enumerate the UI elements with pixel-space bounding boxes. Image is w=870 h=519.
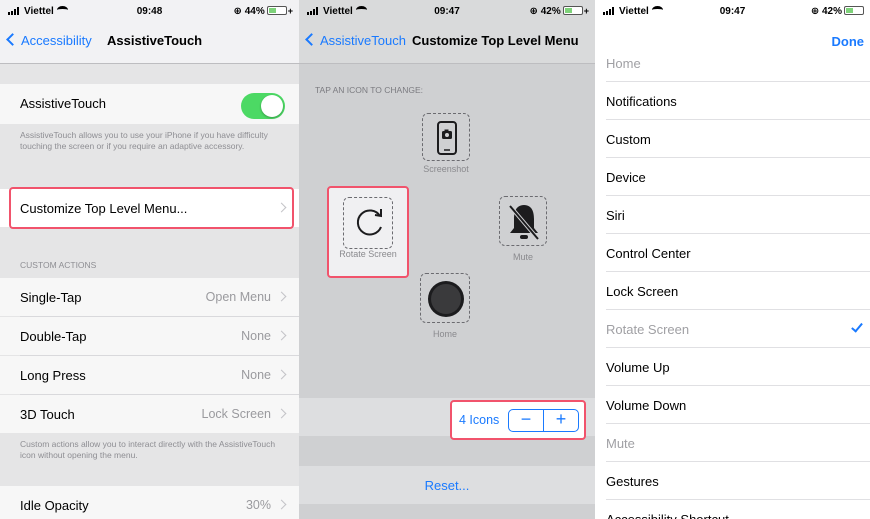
screenshot-icon xyxy=(437,121,457,155)
back-button[interactable]: AssistiveTouch xyxy=(305,33,406,48)
rotation-lock-icon: ⊕ xyxy=(529,6,541,17)
icon-slot-home[interactable]: Home xyxy=(415,273,475,339)
action-option-label: Volume Up xyxy=(606,360,670,375)
back-button[interactable]: Accessibility xyxy=(6,33,92,48)
action-option-label: Rotate Screen xyxy=(606,322,690,337)
icon-count-label: 4 Icons xyxy=(459,413,500,427)
action-option-label: Control Center xyxy=(606,246,691,261)
action-option[interactable]: Accessibility Shortcut xyxy=(595,500,870,519)
rotation-lock-icon: ⊕ xyxy=(233,6,245,17)
screenshot-label: Screenshot xyxy=(423,164,469,174)
nav-bar: Accessibility AssistiveTouch xyxy=(0,22,299,64)
charging-icon: + xyxy=(287,6,293,16)
action-option[interactable]: Home xyxy=(595,44,870,82)
action-option-label: Volume Down xyxy=(606,398,687,413)
chevron-right-icon xyxy=(276,369,287,380)
action-option[interactable]: Rotate Screen xyxy=(595,310,870,348)
action-option[interactable]: Gestures xyxy=(595,462,870,500)
action-option[interactable]: Control Center xyxy=(595,234,870,272)
action-picker-screen: Viettel 09:47 ⊕ 42% Done Home Notificatio… xyxy=(595,0,870,519)
action-option[interactable]: Device xyxy=(595,158,870,196)
action-option[interactable]: Volume Up xyxy=(595,348,870,386)
action-option[interactable]: Volume Down xyxy=(595,386,870,424)
action-option[interactable]: Siri xyxy=(595,196,870,234)
action-option-label: Mute xyxy=(606,436,635,451)
status-bar: Viettel 09:48 ⊕ 44% + xyxy=(0,0,299,22)
reset-button[interactable]: Reset... xyxy=(299,478,595,493)
bell-slash-icon xyxy=(508,204,540,241)
battery-icon xyxy=(844,6,864,15)
rotation-lock-icon: ⊕ xyxy=(810,6,822,17)
action-option-label: Gestures xyxy=(606,474,659,489)
chevron-right-icon xyxy=(276,291,287,302)
action-row-double-tap[interactable]: Double-Tap None xyxy=(0,317,299,355)
action-option-label: Custom xyxy=(606,132,651,147)
mute-label: Mute xyxy=(512,252,533,262)
icon-count-stepper: − + xyxy=(508,409,579,432)
chevron-right-icon xyxy=(276,408,287,419)
battery-percent: 42% xyxy=(821,6,842,17)
action-option[interactable]: Mute xyxy=(595,424,870,462)
battery-icon xyxy=(266,6,287,15)
action-option-label: Accessibility Shortcut xyxy=(606,512,729,519)
battery-icon xyxy=(562,6,583,15)
chevron-left-icon xyxy=(6,33,19,46)
action-row-single-tap[interactable]: Single-Tap Open Menu xyxy=(0,278,299,316)
battery-percent: 44% xyxy=(244,6,265,17)
action-option[interactable]: Lock Screen xyxy=(595,272,870,310)
switch-knob xyxy=(261,95,283,117)
page-title: AssistiveTouch xyxy=(107,33,203,48)
action-option-label: Notifications xyxy=(606,94,677,109)
action-option-label: Home xyxy=(606,56,641,71)
rotate-icon xyxy=(356,209,382,236)
checkmark-icon xyxy=(851,320,863,333)
status-bar: Viettel 09:47 ⊕ 42% + xyxy=(299,0,595,22)
idle-opacity-row[interactable]: Idle Opacity 30% xyxy=(0,486,299,519)
assistivetouch-switch[interactable] xyxy=(241,93,285,119)
action-row-long-press[interactable]: Long Press None xyxy=(0,356,299,394)
page-title: Customize Top Level Menu xyxy=(412,33,579,48)
increase-button[interactable]: + xyxy=(543,410,578,431)
icon-slot-screenshot[interactable]: Screenshot xyxy=(409,113,483,174)
actions-footer: Custom actions allow you to interact dir… xyxy=(20,439,276,461)
charging-icon: + xyxy=(583,6,589,16)
customize-highlight xyxy=(9,187,294,229)
tap-hint: TAP AN ICON TO CHANGE: xyxy=(315,85,424,95)
section-header: CUSTOM ACTIONS xyxy=(20,260,97,270)
chevron-right-icon xyxy=(276,330,287,341)
rotate-screen-label: Rotate Screen xyxy=(339,249,397,259)
home-button-icon xyxy=(428,281,464,317)
home-label: Home xyxy=(432,329,457,339)
assistivetouch-settings-screen: Viettel 09:48 ⊕ 44% + Accessibility Assis… xyxy=(0,0,299,519)
nav-bar: AssistiveTouch Customize Top Level Menu xyxy=(299,22,595,64)
chevron-left-icon xyxy=(305,33,318,46)
action-option[interactable]: Custom xyxy=(595,120,870,158)
action-option-label: Siri xyxy=(606,208,625,223)
action-option[interactable]: Notifications xyxy=(595,82,870,120)
action-option-label: Lock Screen xyxy=(606,284,679,299)
toggle-label: AssistiveTouch xyxy=(20,96,106,111)
icon-slot-rotate-screen[interactable]: Rotate Screen xyxy=(327,186,409,278)
action-option-label: Device xyxy=(606,170,646,185)
customize-top-level-menu-screen: Viettel 09:47 ⊕ 42% + AssistiveTouch Cust… xyxy=(299,0,595,519)
action-row-3d-touch[interactable]: 3D Touch Lock Screen xyxy=(0,395,299,433)
chevron-right-icon xyxy=(276,499,287,510)
icon-count-control: 4 Icons − + xyxy=(450,400,586,440)
assistivetouch-description: AssistiveTouch allows you to use your iP… xyxy=(20,130,268,152)
decrease-button[interactable]: − xyxy=(509,410,543,431)
icon-slot-mute[interactable]: Mute xyxy=(495,196,551,262)
battery-percent: 42% xyxy=(540,6,561,17)
assistivetouch-toggle-row: AssistiveTouch xyxy=(0,84,299,124)
status-bar: Viettel 09:47 ⊕ 42% xyxy=(595,0,870,22)
